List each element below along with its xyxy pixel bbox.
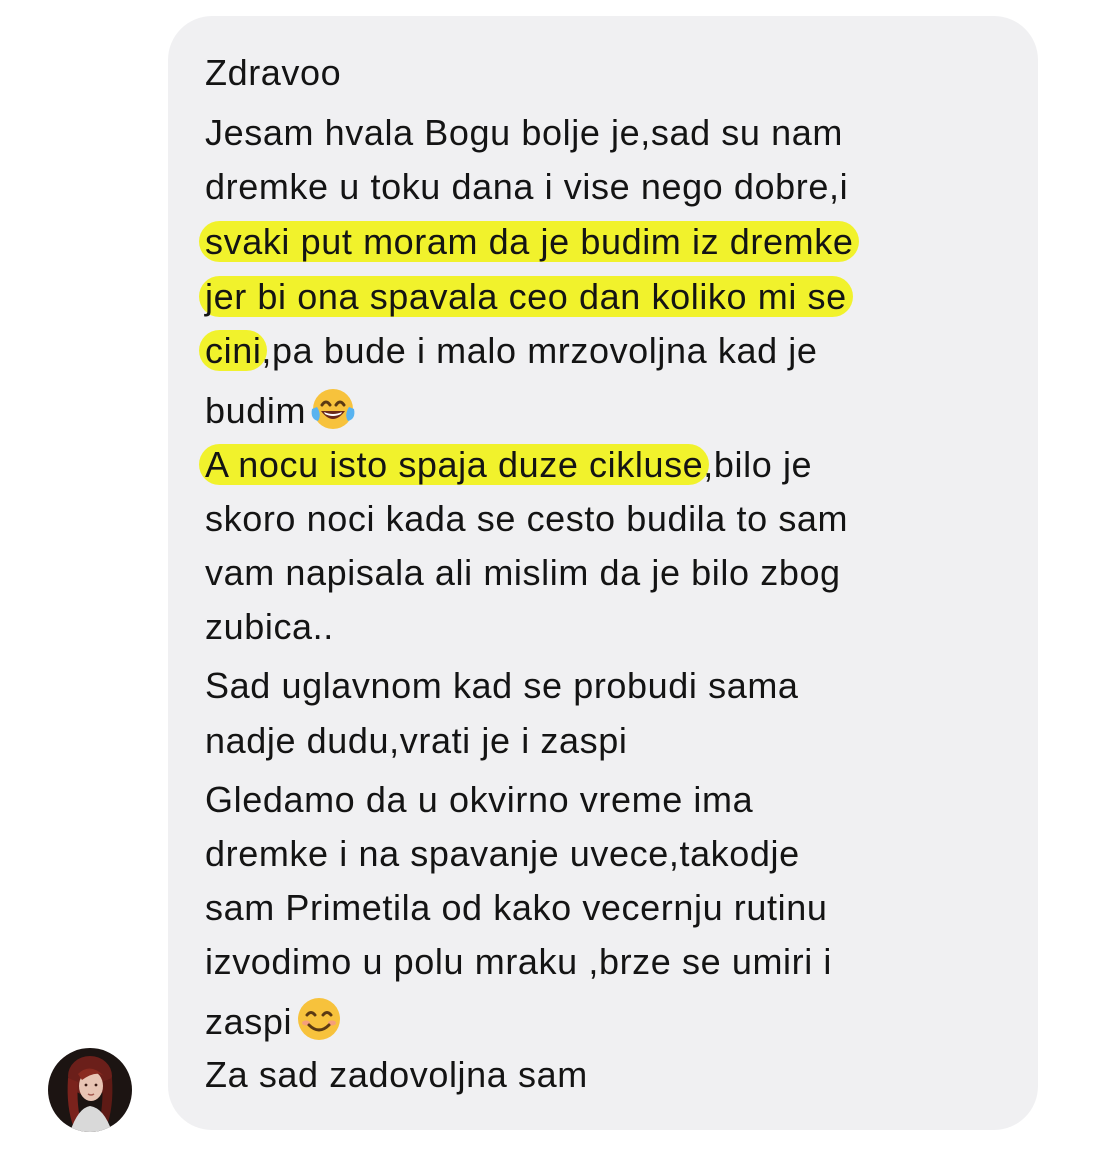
- line-text: dremke u toku dana i vise nego dobre,i: [205, 166, 849, 207]
- line-text: vam napisala ali mislim da je bilo zbog: [205, 552, 841, 593]
- line-text: Gledamo da u okvirno vreme ima: [205, 779, 754, 820]
- line-text: ,bilo je: [703, 444, 813, 485]
- message-line: budim: [205, 383, 358, 433]
- line-text: budim: [205, 390, 307, 431]
- user-avatar[interactable]: [48, 1048, 132, 1132]
- message-line: dremke u toku dana i vise nego dobre,i: [205, 165, 848, 209]
- line-text: ,pa bude i malo mrzovoljna kad je: [261, 330, 818, 371]
- line-text: sam Primetila od kako vecernju rutinu: [205, 887, 828, 928]
- message-line: vam napisala ali mislim da je bilo zbog: [205, 551, 841, 595]
- line-text: dremke i na spavanje uvece,takodje: [205, 833, 800, 874]
- message-line: svaki put moram da je budim iz dremke: [199, 220, 860, 264]
- highlighted-text: svaki put moram da je budim iz dremke: [199, 221, 860, 262]
- line-text: skoro noci kada se cesto budila to sam: [205, 498, 849, 539]
- line-text: nadje dudu,vrati je i zaspi: [205, 720, 628, 761]
- message-line: sam Primetila od kako vecernju rutinu: [205, 886, 827, 930]
- message-line: izvodimo u polu mraku ,brze se umiri i: [205, 940, 832, 984]
- message-line: zubica..: [205, 605, 334, 649]
- line-text: Sad uglavnom kad se probudi sama: [205, 665, 799, 706]
- message-line: zaspi: [205, 994, 344, 1044]
- smiling-face-emoji: [298, 998, 341, 1040]
- line-text: Zdravoo: [205, 52, 342, 93]
- line-text: zaspi: [205, 1001, 293, 1042]
- message-line: A nocu isto spaja duze cikluse,bilo je: [199, 443, 813, 487]
- line-text: Za sad zadovoljna sam: [205, 1054, 588, 1095]
- highlighted-text: A nocu isto spaja duze cikluse: [199, 444, 710, 485]
- message-line: dremke i na spavanje uvece,takodje: [205, 832, 800, 876]
- highlighted-text: cini: [199, 330, 268, 371]
- message-line: Jesam hvala Bogu bolje je,sad su nam: [205, 111, 843, 155]
- message-line: jer bi ona spavala ceo dan koliko mi se: [199, 275, 853, 319]
- line-text: izvodimo u polu mraku ,brze se umiri i: [205, 941, 833, 982]
- line-text: zubica..: [205, 606, 334, 647]
- laughing-tears-emoji: [311, 389, 355, 429]
- message-line: nadje dudu,vrati je i zaspi: [205, 719, 627, 763]
- highlighted-text: jer bi ona spavala ceo dan koliko mi se: [199, 276, 853, 317]
- message-line: Gledamo da u okvirno vreme ima: [205, 778, 753, 822]
- message-line: skoro noci kada se cesto budila to sam: [205, 497, 848, 541]
- avatar-photo-icon: [48, 1048, 132, 1132]
- message-line: Zdravoo: [205, 51, 341, 95]
- message-line: cini,pa bude i malo mrzovoljna kad je: [199, 329, 818, 373]
- message-line: Za sad zadovoljna sam: [205, 1053, 588, 1097]
- message-line: Sad uglavnom kad se probudi sama: [205, 664, 799, 708]
- line-text: Jesam hvala Bogu bolje je,sad su nam: [205, 112, 843, 153]
